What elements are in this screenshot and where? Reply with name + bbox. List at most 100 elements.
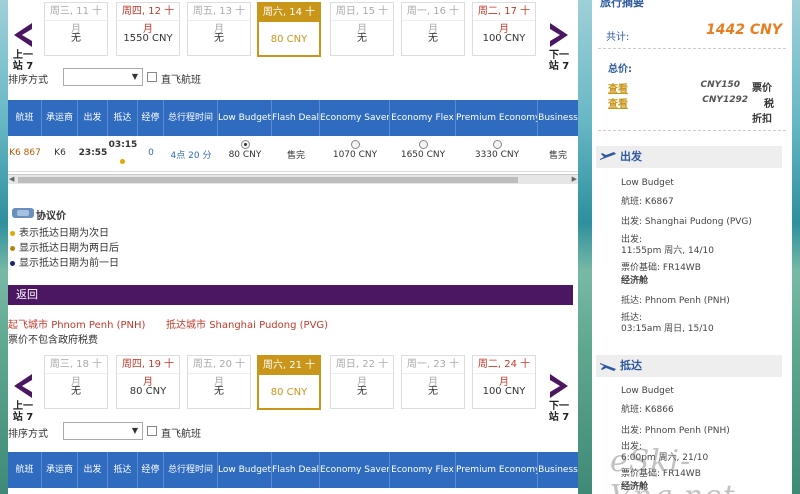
radio[interactable] (350, 140, 360, 149)
return-date-3[interactable]: 周六, 21 十月 80 CNY (257, 355, 321, 410)
depart-flight: 航班: K6867 (621, 197, 674, 207)
fare-economy-saver[interactable]: 1070 CNY (320, 140, 390, 160)
radio-selected[interactable] (240, 140, 250, 149)
col-flight: 航班 (8, 452, 42, 488)
arrow-right-icon (550, 374, 568, 398)
fare-business: 售完 (548, 151, 567, 161)
return-date-strip: 周三, 18 十月无 周四, 19 十月 80 CNY 周五, 20 十月无 周六… (44, 355, 544, 410)
col-depart: 出发 (78, 452, 108, 488)
next-week-button[interactable]: 下一站 7 (542, 20, 576, 72)
scroll-thumb[interactable] (18, 177, 518, 183)
date-day: 周五, 13 十月 (188, 3, 250, 35)
depart-time: 11:55pm 周六, 14/10 (621, 246, 714, 256)
legend-dot (10, 245, 15, 251)
date-day: 周日, 15 十月 (331, 3, 393, 35)
return-date-5[interactable]: 周一, 23 十月无 (401, 355, 465, 409)
fare-premium-economy[interactable]: 3330 CNY (456, 140, 538, 160)
prev-week-button[interactable]: 上一站 7 (6, 20, 40, 72)
col-premium-economy: Premium Economy (456, 100, 538, 136)
legend: 协议价 表示抵达日期为次日 显示抵达日期为两日后 显示抵达日期为前一日 (10, 206, 119, 269)
scroll-right-icon[interactable]: ▶ (572, 175, 577, 183)
fare-desc: 票价 (752, 83, 772, 94)
fare-flash-deal: 售完 (286, 151, 305, 161)
depart-to: 抵达: Phnom Penh (PNH) (621, 296, 730, 306)
date-price: 无 (214, 386, 224, 397)
row-carrier: K6 (54, 148, 66, 158)
depart-title: 出发 (620, 150, 642, 163)
depart-fare-class: Low Budget (621, 178, 674, 188)
col-flash-deal: Flash Deal (272, 452, 320, 488)
date-day: 周日, 22 十月 (331, 356, 393, 388)
fare-value: 80 CNY (228, 150, 262, 160)
horizontal-scrollbar[interactable]: ◀ ▶ (8, 174, 578, 184)
return-next-week-button[interactable]: 下一站 7 (542, 371, 576, 423)
legend-item: 表示抵达日期为次日 (10, 224, 119, 239)
direct-flight-label: 直飞航班 (161, 429, 201, 440)
col-arrive: 抵达 (108, 452, 138, 488)
return-dest: 抵达城市 Shanghai Pudong (PVG) (166, 316, 328, 331)
discount-desc: 折扣 (752, 114, 772, 125)
sort-select[interactable]: ▼ (63, 422, 143, 440)
col-depart: 出发 (78, 100, 108, 136)
date-day: 周五, 20 十月 (188, 356, 250, 388)
plane-arrive-icon (600, 363, 616, 371)
date-day: 周一, 16 十月 (402, 3, 464, 35)
scroll-left-icon[interactable]: ◀ (9, 175, 14, 183)
date-day: 周四, 19 十月 (117, 356, 179, 388)
return-date-0[interactable]: 周三, 18 十月无 (44, 355, 108, 409)
legend-text: 显示抵达日期为前一日 (19, 258, 119, 269)
col-arrive: 抵达 (108, 100, 138, 136)
divider (598, 130, 786, 131)
return-prev-week-button[interactable]: 上一站 7 (6, 371, 40, 423)
table-row[interactable]: K6 867 K6 23:55 03:15 0 4点 20 分 80 CNY 售… (8, 136, 578, 172)
radio[interactable] (492, 140, 502, 149)
return-date-4[interactable]: 周日, 22 十月无 (330, 355, 394, 409)
tax-note: 票价不包含政府税费 (8, 335, 98, 346)
date-day: 周六, 21 十月 (259, 357, 319, 389)
outbound-date-3[interactable]: 周六, 14 十月 80 CNY (257, 2, 321, 57)
view-fare-link[interactable]: 查看 (608, 80, 628, 95)
depart-basis: 票价基础: FR14WB (621, 263, 701, 273)
view-tax-link[interactable]: 查看 (608, 95, 628, 110)
divider (598, 48, 786, 49)
outbound-date-0[interactable]: 周三, 11 十月无 (44, 2, 108, 56)
legend-item: 显示抵达日期为两日后 (10, 239, 119, 254)
chevron-down-icon: ▼ (131, 72, 138, 81)
return-date-1[interactable]: 周四, 19 十月 80 CNY (116, 355, 180, 409)
direct-flight-checkbox[interactable] (147, 72, 157, 82)
radio[interactable] (418, 140, 428, 149)
sort-label: 排序方式 (8, 429, 48, 440)
col-economy-flex: Economy Flex (390, 100, 456, 136)
date-price: 无 (214, 33, 224, 44)
fare-low-budget[interactable]: 80 CNY (218, 140, 272, 160)
outbound-date-5[interactable]: 周一, 16 十月无 (401, 2, 465, 56)
row-duration: 4点 20 分 (170, 151, 212, 161)
sort-select[interactable]: ▼ (63, 68, 143, 86)
dest-city: Shanghai Pudong (PVG) (209, 320, 329, 331)
outbound-date-2[interactable]: 周五, 13 十月无 (187, 2, 251, 56)
legend-text: 显示抵达日期为两日后 (19, 243, 119, 254)
arrow-left-icon (14, 374, 32, 398)
date-price: 无 (357, 386, 367, 397)
fare-economy-flex[interactable]: 1650 CNY (390, 140, 456, 160)
return-date-2[interactable]: 周五, 20 十月无 (187, 355, 251, 409)
col-business: Business (538, 113, 578, 123)
outbound-sort-row: 排序方式 ▼ 直飞航班 (8, 68, 568, 88)
depart-cabin: 经济舱 (621, 276, 649, 286)
row-arrive: 03:15 (108, 140, 138, 150)
total-label: 共计: (606, 32, 630, 43)
date-price: 无 (428, 33, 438, 44)
depart-arr-time: 03:15am 周日, 15/10 (621, 324, 714, 334)
outbound-date-6[interactable]: 周二, 17 十月 100 CNY (472, 2, 536, 56)
outbound-date-4[interactable]: 周日, 15 十月无 (330, 2, 394, 56)
arrow-left-icon (14, 23, 32, 47)
return-date-6[interactable]: 周二, 24 十月 100 CNY (472, 355, 536, 409)
col-stops: 经停 (138, 100, 164, 136)
direct-flight-checkbox[interactable] (147, 426, 157, 436)
outbound-date-1[interactable]: 周四, 12 十月 1550 CNY (116, 2, 180, 56)
legend-item: 显示抵达日期为前一日 (10, 254, 119, 269)
date-price: 无 (357, 33, 367, 44)
col-economy-saver: Economy Saver (320, 452, 390, 488)
depart-from: 出发: Shanghai Pudong (PVG) (621, 217, 752, 227)
arrow-right-icon (550, 23, 568, 47)
